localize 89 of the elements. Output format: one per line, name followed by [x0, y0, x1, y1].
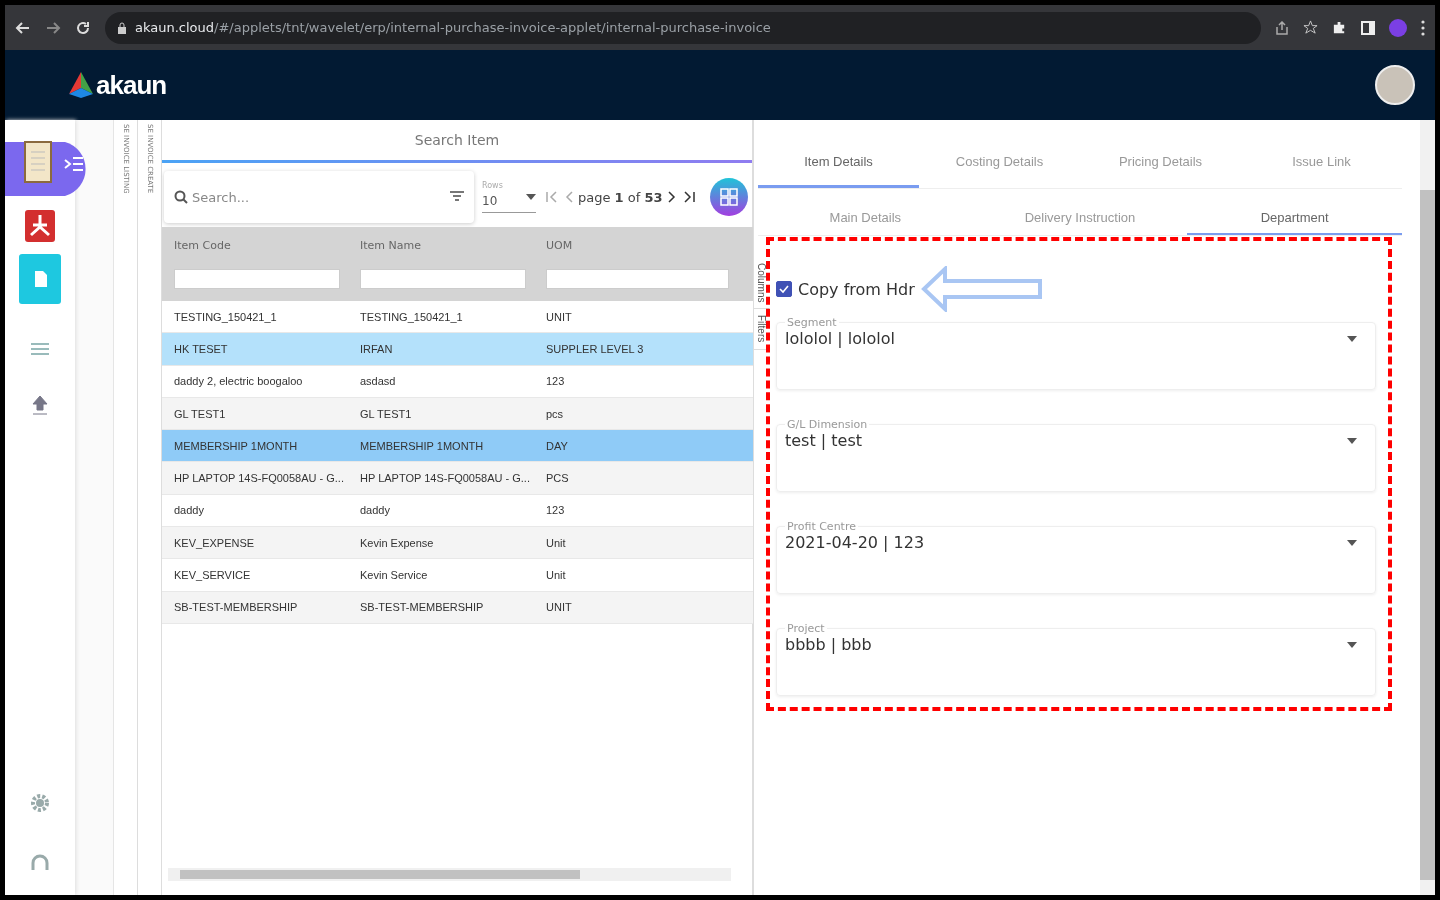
table-cell-text: UNIT [545, 601, 573, 614]
table-row[interactable]: KEV_SERVICE Kevin Service Unit [162, 559, 753, 592]
table-row[interactable]: SB-TEST-MEMBERSHIP SB-TEST-MEMBERSHIP UNIT [162, 591, 753, 624]
reload-icon[interactable] [75, 19, 91, 36]
select-field[interactable]: G/L Dimension test | test [776, 418, 1376, 492]
table-row[interactable]: HK TESET IRFAN SUPPLER LEVEL 3 [162, 333, 753, 366]
horizontal-scrollbar[interactable] [168, 868, 731, 881]
grid-view-button[interactable] [710, 178, 748, 216]
table-cell-text: MEMBERSHIP 1MONTH [359, 439, 485, 452]
table-cell-text: Unit [545, 536, 567, 549]
table-cell-text: KEV_SERVICE [173, 569, 252, 581]
select-field[interactable]: Project bbbb | bbb [776, 622, 1376, 696]
lock-icon [117, 21, 127, 34]
table-cell-text: SB-TEST-MEMBERSHIP [359, 601, 485, 614]
column-header[interactable]: Item Code [170, 227, 356, 263]
checkbox-label: Copy from Hdr [798, 279, 915, 299]
caret-icon [1347, 335, 1357, 342]
upload-icon[interactable] [32, 396, 48, 416]
table-cell-text: 123 [545, 375, 566, 388]
headset-icon[interactable] [30, 853, 50, 873]
address-bar[interactable]: akaun.cloud/#/applets/tnt/wavelet/erp/internal-purchase-invoice-applet/internal-purchase-invoice [105, 11, 1261, 44]
vertical-scrollbar[interactable] [1420, 120, 1435, 895]
table-cell-text: HK TESET [173, 342, 229, 355]
column-filter-field[interactable] [174, 269, 340, 289]
caret-icon [1347, 437, 1357, 444]
table-row[interactable]: daddy daddy 123 [162, 494, 753, 528]
table-cell-text: HP LAPTOP 14S-FQ0058AU - G... [173, 472, 345, 485]
next-page-button[interactable] [665, 191, 678, 203]
table-cell-text: TESTING_150421_1 [173, 310, 278, 323]
tab[interactable]: Item Details [758, 138, 919, 188]
table-cell-text: SUPPLER LEVEL 3 [545, 342, 645, 355]
panel-title: Search Item [413, 131, 501, 150]
table-cell-text: pcs [545, 407, 565, 420]
table-cell-text: daddy 2, electric boogaloo [173, 375, 304, 388]
checkbox[interactable] [776, 281, 792, 297]
filter-icon[interactable] [450, 191, 464, 203]
table-cell-text: DAY [545, 439, 569, 452]
table-cell-text: PCS [545, 472, 570, 485]
star-icon[interactable] [1303, 20, 1318, 35]
table-cell-text: MEMBERSHIP 1MONTH [173, 439, 299, 452]
caret-icon [1347, 539, 1357, 546]
table-cell-text: asdasd [359, 375, 397, 388]
table-cell-text: GL TEST1 [359, 407, 413, 420]
select-field[interactable]: Segment lololol | lololol [776, 316, 1376, 390]
rows-select[interactable]: Rows 10 [482, 181, 536, 213]
first-page-button[interactable] [544, 191, 560, 203]
column-filter-field[interactable] [360, 269, 526, 289]
table-cell-text: UNIT [545, 310, 573, 323]
puzzle-icon[interactable] [1332, 20, 1347, 35]
select-field[interactable]: Profit Centre 2021-04-20 | 123 [776, 520, 1376, 594]
sub-tab[interactable]: Department [1187, 201, 1402, 235]
table-cell-text: IRFAN [359, 342, 394, 355]
table-row[interactable]: daddy 2, electric boogaloo asdasd 123 [162, 365, 753, 398]
table-row[interactable]: KEV_EXPENSE Kevin Expense Unit [162, 527, 753, 560]
table-cell-text: Kevin Service [359, 569, 429, 581]
table-cell-text: daddy [359, 504, 391, 517]
table-cell-text: Unit [545, 569, 567, 581]
table-cell-text: SB-TEST-MEMBERSHIP [173, 601, 299, 614]
page-label: page 1 of 53 [578, 189, 663, 205]
search-icon [174, 190, 188, 204]
table-row[interactable]: HP LAPTOP 14S-FQ0058AU - G... HP LAPTOP 14S-FQ0058AU - G... PCS [162, 462, 753, 495]
table-cell-text: GL TEST1 [173, 407, 227, 420]
grid-icon [720, 188, 738, 206]
caret-icon [526, 194, 536, 200]
logo: akaun [69, 69, 167, 101]
table-cell-text: daddy [173, 504, 205, 517]
sidebar-icon[interactable] [1361, 20, 1375, 35]
back-icon[interactable] [15, 19, 31, 36]
more-icon[interactable] [1421, 19, 1425, 36]
table-row[interactable]: MEMBERSHIP 1MONTH MEMBERSHIP 1MONTH DAY [162, 430, 753, 463]
arrow-icon [920, 266, 1043, 312]
table-row[interactable]: GL TEST1 GL TEST1 pcs [162, 397, 753, 431]
table-row[interactable]: TESTING_150421_1 TESTING_150421_1 UNIT [162, 301, 753, 334]
column-header[interactable]: Item Name [356, 227, 542, 263]
table-cell-text: HP LAPTOP 14S-FQ0058AU - G... [359, 472, 531, 485]
settings-icon[interactable] [30, 793, 50, 813]
table-cell-text: KEV_EXPENSE [173, 536, 256, 549]
column-filter-field[interactable] [546, 269, 729, 289]
logo-icon [69, 72, 93, 98]
search-field[interactable]: Search... [164, 171, 474, 223]
caret-icon [1347, 641, 1357, 648]
table-cell-text: Kevin Expense [359, 536, 435, 549]
avatar[interactable] [1375, 65, 1415, 105]
previous-page-button[interactable] [563, 191, 575, 203]
forward-icon[interactable] [45, 19, 61, 36]
column-header[interactable]: UOM [542, 227, 745, 263]
table-cell-text: 123 [545, 504, 566, 517]
share-icon[interactable] [1275, 20, 1289, 35]
table-cell-text: TESTING_150421_1 [359, 310, 464, 323]
